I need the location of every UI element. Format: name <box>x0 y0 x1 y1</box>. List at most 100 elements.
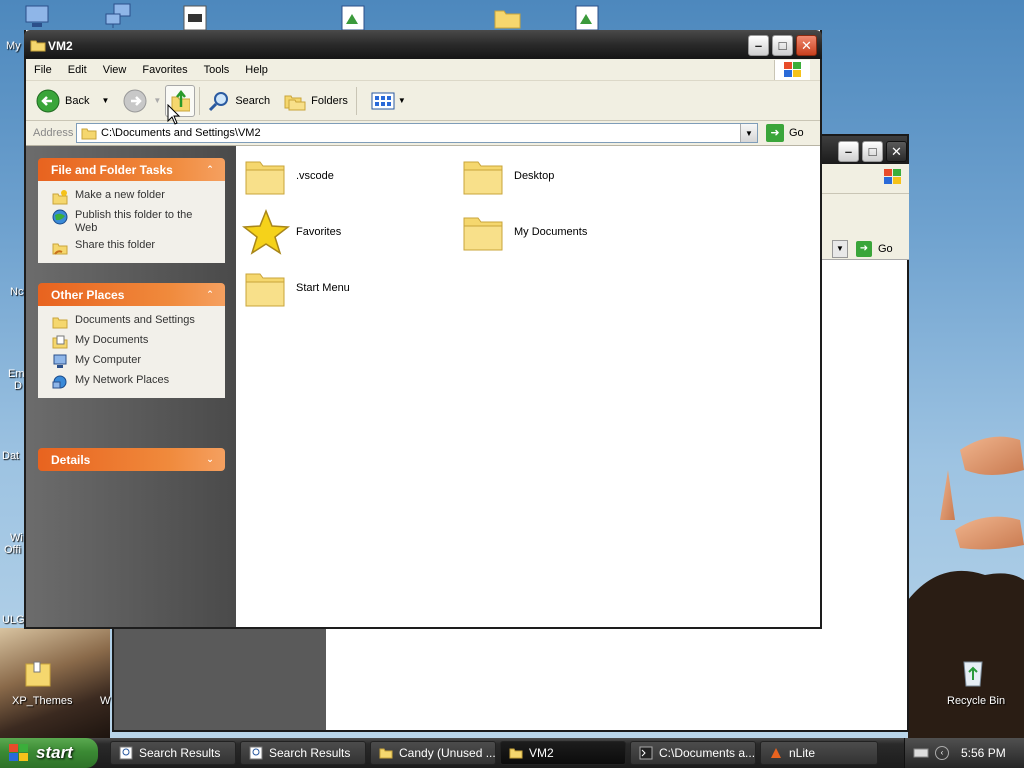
desktop-label-w[interactable]: W <box>100 695 110 707</box>
desktop-label-dat[interactable]: Dat <box>2 450 19 462</box>
file-label: Desktop <box>514 170 555 182</box>
task-label: Share this folder <box>75 239 156 251</box>
panel-title: File and Folder Tasks <box>51 162 173 177</box>
desktop-label-my[interactable]: My <box>6 40 21 52</box>
forward-arrow-icon <box>123 89 147 112</box>
back-dropdown-icon[interactable]: ▼ <box>101 96 109 105</box>
forward-button[interactable]: ▼ <box>119 84 165 118</box>
menu-favorites[interactable]: Favorites <box>134 64 195 76</box>
keyboard-icon[interactable] <box>913 747 929 759</box>
close-button[interactable]: ✕ <box>796 35 817 56</box>
desktop-computer-icon[interactable] <box>24 4 54 32</box>
toolbar: Back ▼ ▼ Search Folders ▼ <box>26 81 820 121</box>
details-header[interactable]: Details ⌄ <box>38 448 225 471</box>
windows-logo-icon <box>9 744 28 761</box>
menu-help[interactable]: Help <box>237 64 276 76</box>
toolbar-separator <box>355 86 357 115</box>
windows-logo-icon <box>774 60 810 80</box>
place-my-computer[interactable]: My Computer <box>52 352 215 372</box>
address-dropdown-icon[interactable]: ▼ <box>740 124 757 142</box>
search-results-icon <box>119 746 133 760</box>
share-folder-icon <box>52 243 68 255</box>
search-button[interactable]: Search <box>204 84 274 118</box>
expand-chevron-icon[interactable]: ⌄ <box>203 452 217 466</box>
search-icon <box>209 91 229 111</box>
desktop-network-icon[interactable] <box>104 2 134 30</box>
desktop-label-wi[interactable]: Wi <box>10 532 23 544</box>
task-make-new-folder[interactable]: Make a new folder <box>52 187 215 207</box>
menubar: File Edit View Favorites Tools Help <box>26 59 820 81</box>
desktop-label-nc[interactable]: Nc <box>10 286 23 298</box>
minimize-button[interactable]: – <box>838 141 859 162</box>
tray-expand-icon[interactable]: ‹ <box>935 746 949 760</box>
views-button[interactable]: ▼ <box>367 84 410 118</box>
address-label: Address <box>33 127 74 139</box>
task-label: C:\Documents a... <box>659 746 756 760</box>
taskbar-item-search-results-2[interactable]: Search Results <box>240 741 366 765</box>
menu-tools[interactable]: Tools <box>196 64 238 76</box>
explorer-window[interactable]: VM2 – □ ✕ File Edit View Favorites Tools… <box>24 30 822 629</box>
go-label[interactable]: Go <box>878 243 893 255</box>
place-my-documents[interactable]: My Documents <box>52 332 215 352</box>
views-icon <box>371 92 395 109</box>
toolbar-separator <box>199 86 201 115</box>
taskbar-item-search-results-1[interactable]: Search Results <box>110 741 236 765</box>
folder-item-desktop[interactable]: Desktop <box>460 152 554 200</box>
task-share-folder[interactable]: Share this folder <box>52 237 215 257</box>
file-folder-tasks-header[interactable]: File and Folder Tasks ⌃ <box>38 158 225 181</box>
folder-item-favorites[interactable]: Favorites <box>242 208 341 256</box>
collapse-chevron-icon[interactable]: ⌃ <box>203 287 217 301</box>
maximize-button[interactable]: □ <box>772 35 793 56</box>
search-results-icon <box>249 746 263 760</box>
task-publish-web[interactable]: Publish this folder to the Web <box>52 207 215 237</box>
place-label: Documents and Settings <box>75 314 195 326</box>
my-documents-icon <box>52 335 68 349</box>
file-label: My Documents <box>514 226 588 238</box>
taskbar-item-documents[interactable]: C:\Documents a... <box>630 741 756 765</box>
recycle-bin-label[interactable]: Recycle Bin <box>947 695 1005 707</box>
recycle-bin-icon[interactable] <box>958 656 988 687</box>
taskbar-item-nlite[interactable]: nLite <box>760 741 878 765</box>
minimize-button[interactable]: – <box>748 35 769 56</box>
go-arrow-icon[interactable]: ➜ <box>856 241 872 257</box>
views-dropdown-icon[interactable]: ▼ <box>398 96 406 105</box>
desktop-label-ulg[interactable]: ULG <box>2 614 25 626</box>
folder-item-my-documents[interactable]: My Documents <box>460 208 587 256</box>
address-input[interactable]: C:\Documents and Settings\VM2 ▼ <box>76 123 758 143</box>
details-panel: Details ⌄ <box>38 448 225 471</box>
desktop-picture-icon-2[interactable] <box>574 4 604 32</box>
task-label: Search Results <box>269 746 351 760</box>
desktop-picture-icon[interactable] <box>340 4 370 32</box>
address-value: C:\Documents and Settings\VM2 <box>101 127 261 139</box>
start-button[interactable]: start <box>0 738 98 768</box>
desktop-label-offi[interactable]: Offi <box>4 544 21 556</box>
collapse-chevron-icon[interactable]: ⌃ <box>203 162 217 176</box>
other-places-header[interactable]: Other Places ⌃ <box>38 283 225 306</box>
folders-button[interactable]: Folders <box>280 84 352 118</box>
forward-dropdown-icon[interactable]: ▼ <box>153 96 161 105</box>
taskbar-item-vm2[interactable]: VM2 <box>500 741 626 765</box>
folder-item-vscode[interactable]: .vscode <box>242 152 334 200</box>
xp-themes-label[interactable]: XP_Themes <box>12 695 73 707</box>
menu-file[interactable]: File <box>26 64 60 76</box>
close-button[interactable]: ✕ <box>886 141 907 162</box>
desktop-document-icon[interactable] <box>182 4 212 32</box>
xp-themes-icon[interactable] <box>24 660 54 688</box>
go-button[interactable]: ➜ Go <box>766 124 804 142</box>
folder-icon <box>379 748 393 759</box>
place-network-places[interactable]: My Network Places <box>52 372 215 392</box>
address-dropdown[interactable]: ▼ <box>832 240 848 258</box>
menu-edit[interactable]: Edit <box>60 64 95 76</box>
desktop-label-d[interactable]: D <box>14 380 22 392</box>
folder-icon <box>245 161 285 195</box>
maximize-button[interactable]: □ <box>862 141 883 162</box>
back-button[interactable]: Back ▼ <box>32 84 113 118</box>
clock[interactable]: 5:56 PM <box>961 746 1006 760</box>
folder-item-start-menu[interactable]: Start Menu <box>242 264 350 312</box>
desktop-photo-crowd <box>0 628 110 738</box>
window-titlebar[interactable]: VM2 – □ ✕ <box>24 30 822 59</box>
desktop-label-em[interactable]: Em <box>8 368 25 380</box>
place-documents-settings[interactable]: Documents and Settings <box>52 312 215 332</box>
taskbar-item-candy[interactable]: Candy (Unused ... <box>370 741 496 765</box>
menu-view[interactable]: View <box>95 64 135 76</box>
